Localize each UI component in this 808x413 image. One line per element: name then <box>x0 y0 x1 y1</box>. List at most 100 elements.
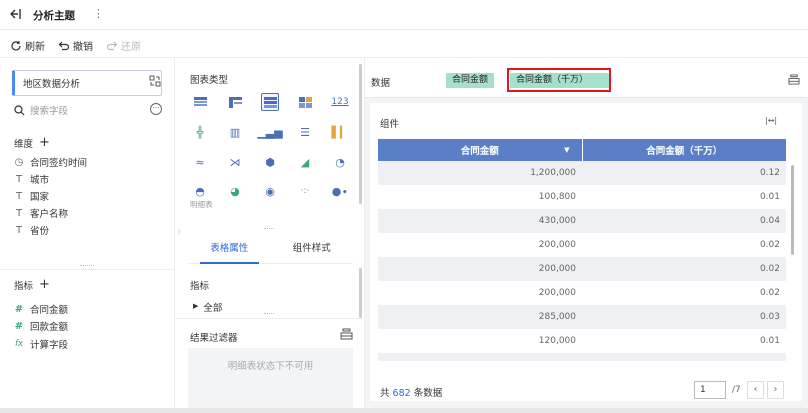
undo-icon <box>58 41 70 50</box>
switch-dataset-icon[interactable] <box>149 75 161 87</box>
table-row: 430,000 0.04 <box>378 209 786 233</box>
filter-drop-area: 明细表状态下不可用 <box>188 348 353 408</box>
chart-type-scrollbar[interactable] <box>359 64 362 204</box>
search-icon <box>14 104 25 115</box>
grouped-bar-icon[interactable]: ╬ <box>191 123 209 141</box>
field-label: 合同签约时间 <box>30 158 88 169</box>
clear-data-icon[interactable] <box>788 74 800 85</box>
dataset-selector[interactable]: 地区数据分析 <box>12 70 162 96</box>
caret-right-icon: ▶ <box>193 302 199 310</box>
table-row: 200,000 0.02 <box>378 257 786 281</box>
clock-icon: ◷ <box>14 156 24 168</box>
radar-chart-icon[interactable]: ⬢ <box>261 153 279 171</box>
measure-header: 指标 + <box>14 278 50 292</box>
cross-table-icon[interactable] <box>226 93 244 111</box>
column-header[interactable]: 合同金额 ▼ <box>378 139 583 161</box>
table-row: 200,000 0.02 <box>538 288 780 298</box>
table-header: 合同金额 ▼ 合同金额（千万） <box>378 139 786 161</box>
donut-chart-icon[interactable]: ◉ <box>261 182 279 200</box>
data-field-tag[interactable]: 合同金额 <box>446 73 495 88</box>
data-bar: 数据 合同金额 合同金额（千万） <box>365 58 808 98</box>
area-chart-icon[interactable]: ◢ <box>296 153 314 171</box>
pie-chart-icon[interactable]: ◓ <box>191 182 209 200</box>
rose-chart-icon[interactable]: ◕ <box>226 182 244 200</box>
field-label: 回款金额 <box>30 322 69 333</box>
field-panel: 地区数据分析 搜索字段 ··· 维度 + ◷ 合同签约时间 T 城市 T 国家 T 客户… <box>0 58 175 408</box>
resize-handle[interactable] <box>80 265 94 267</box>
field-label: 计算字段 <box>30 340 69 351</box>
undo-button[interactable]: 撤销 <box>58 38 93 53</box>
field-label: 合同金额 <box>30 305 69 316</box>
prev-page-button[interactable]: ‹ <box>747 381 764 399</box>
all-label: 全部 <box>203 303 223 314</box>
horizontal-bar-icon[interactable]: ☰ <box>296 123 314 141</box>
add-dimension-icon[interactable]: + <box>39 136 50 149</box>
tab-component-style[interactable]: 组件样式 <box>271 230 354 263</box>
pivot-table-icon[interactable] <box>296 93 314 111</box>
measure-field[interactable]: # 合同金额 <box>14 302 69 317</box>
text-field-icon: T <box>15 190 23 202</box>
stacked-bar-icon[interactable]: ▥ <box>226 123 244 141</box>
table-row: 285,000 0.03 <box>378 305 786 329</box>
bar-chart-icon[interactable]: ▁▃▅ <box>257 123 282 141</box>
dimension-field[interactable]: T 省份 <box>14 223 50 238</box>
column-width-icon[interactable]: |↔| <box>765 116 777 125</box>
gauge-chart-icon[interactable]: ◔ <box>331 153 349 171</box>
result-filter-label: 结果过滤器 <box>190 333 238 344</box>
field-label: 省份 <box>30 226 50 237</box>
field-label: 国家 <box>30 192 50 203</box>
table-chart-icon[interactable] <box>191 93 209 111</box>
properties-scrollbar[interactable] <box>359 268 362 318</box>
dimension-field[interactable]: T 客户名称 <box>14 206 68 221</box>
scatter-chart-icon[interactable]: ·:· <box>296 182 314 200</box>
refresh-label: 刷新 <box>25 42 45 53</box>
clear-filter-icon[interactable] <box>340 328 353 340</box>
text-field-icon: T <box>15 207 23 219</box>
next-page-button[interactable]: › <box>767 381 784 399</box>
measure-field[interactable]: fx 计算字段 <box>14 337 68 351</box>
toolbar: 刷新 撤销 还原 <box>0 30 808 58</box>
number-field-icon: # <box>14 303 24 315</box>
back-icon[interactable] <box>9 7 23 21</box>
more-vertical-icon[interactable]: ⋮ <box>93 7 104 20</box>
column-chart-icon[interactable]: ▌▎ <box>331 123 349 141</box>
refresh-icon <box>11 40 21 50</box>
bubble-chart-icon[interactable]: ●∙ <box>331 182 349 200</box>
measure-field[interactable]: # 回款金额 <box>14 319 69 334</box>
collapse-handle-icon[interactable]: ⁞ <box>178 228 180 236</box>
table-row: 120,000 0.01 <box>538 336 780 346</box>
scatter-line-icon[interactable]: ⋊ <box>226 153 244 171</box>
dimension-field[interactable]: T 国家 <box>14 189 50 204</box>
detail-table-icon[interactable] <box>261 93 279 111</box>
add-measure-icon[interactable]: + <box>39 278 50 291</box>
chevron-left-icon: ‹ <box>753 384 758 395</box>
dimension-field[interactable]: T 城市 <box>14 172 50 187</box>
table-card: 组件 |↔| 合同金额 ▼ 合同金额（千万） 1,200,000 0.12 100,… <box>370 103 802 401</box>
page-title: 分析主题 <box>33 10 75 22</box>
sort-caret-icon[interactable]: ▼ <box>564 146 569 154</box>
row-count: 共 682 条数据 <box>380 388 443 399</box>
dimension-label: 维度 <box>14 139 34 150</box>
text-field-icon: T <box>15 173 23 185</box>
column-header[interactable]: 合同金额（千万） <box>583 139 787 161</box>
undo-label: 撤销 <box>73 42 93 53</box>
kpi-number-icon[interactable]: 123 <box>331 93 349 111</box>
refresh-button[interactable]: 刷新 <box>10 38 45 53</box>
text-field-icon: T <box>15 224 23 236</box>
highlight-box <box>507 68 611 92</box>
dimension-field[interactable]: ◷ 合同签约时间 <box>14 155 88 170</box>
preview-panel: 数据 合同金额 合同金额（千万） 组件 |↔| 合同金额 ▼ 合同金额（千万） 1… <box>365 58 808 408</box>
table-scrollbar[interactable] <box>791 165 794 255</box>
tab-table-properties[interactable]: 表格属性 <box>188 230 271 264</box>
all-measures-toggle[interactable]: ▶ 全部 <box>193 300 222 314</box>
line-chart-icon[interactable]: ≈ <box>191 153 209 171</box>
field-label: 城市 <box>30 175 50 186</box>
search-field[interactable]: 搜索字段 <box>14 102 154 118</box>
field-options-icon[interactable]: ··· <box>150 103 162 115</box>
resize-handle[interactable] <box>264 313 274 315</box>
measure-label: 指标 <box>14 281 34 292</box>
redo-icon <box>106 41 118 50</box>
redo-button[interactable]: 还原 <box>106 38 141 53</box>
page-input[interactable]: 1 <box>694 381 726 399</box>
chart-type-caption: 明细表 <box>190 200 213 209</box>
